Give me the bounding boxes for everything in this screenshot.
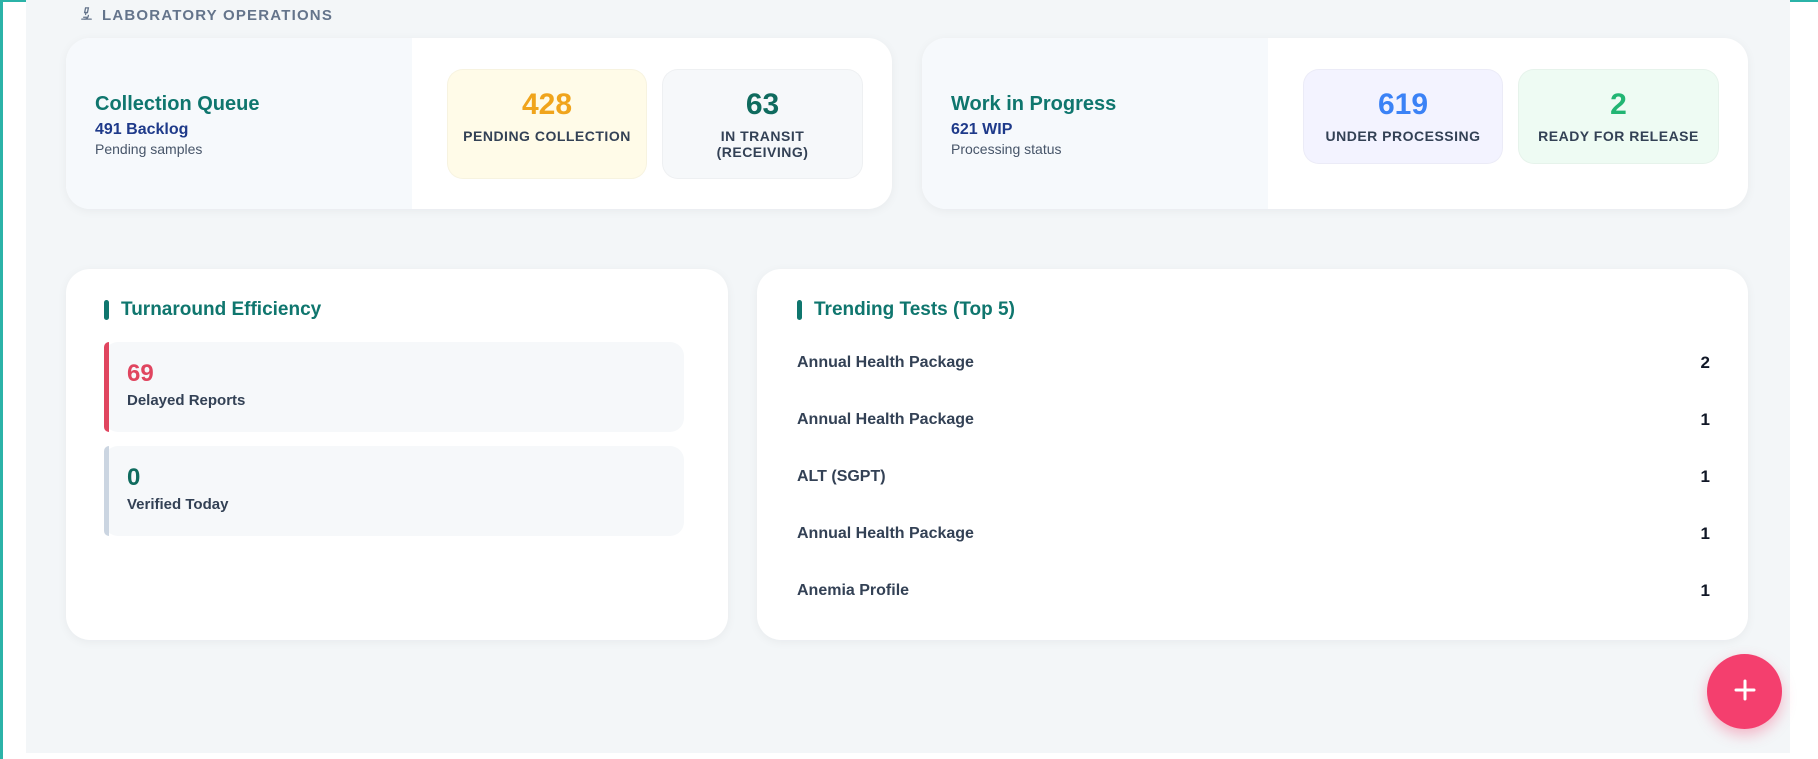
add-fab-button[interactable] (1707, 654, 1782, 729)
ready-for-release-value: 2 (1610, 88, 1627, 121)
title-accent-bar (104, 300, 109, 320)
wip-count: 621 WIP (951, 121, 1013, 138)
list-item[interactable]: ALT (SGPT) 1 (797, 462, 1710, 492)
test-name: Anemia Profile (797, 582, 910, 599)
list-item[interactable]: Annual Health Package 1 (797, 405, 1710, 435)
in-transit-value: 63 (745, 88, 780, 121)
collection-summary: Collection Queue 491 Backlog Pending sam… (66, 38, 412, 209)
pending-collection-label: Pending Collection (463, 128, 631, 144)
verified-today-metric[interactable]: 0 Verified Today (104, 446, 684, 536)
collection-backlog: 491 Backlog (95, 121, 189, 138)
collection-queue-card: Collection Queue 491 Backlog Pending sam… (66, 38, 892, 209)
in-transit-tile[interactable]: 63 In Transit (Receiving) (662, 69, 863, 179)
test-count: 1 (1700, 467, 1710, 486)
verified-today-value: 0 (127, 464, 141, 491)
list-item[interactable]: Annual Health Package 1 (797, 519, 1710, 549)
plus-icon (1731, 676, 1759, 707)
test-name: Annual Health Package (797, 354, 974, 371)
list-item[interactable]: Anemia Profile 1 (797, 576, 1710, 606)
wip-summary: Work in Progress 621 WIP Processing stat… (922, 38, 1268, 209)
list-item[interactable]: Annual Health Package 2 (797, 348, 1710, 378)
metric-accent (104, 342, 109, 432)
verified-today-label: Verified Today (127, 496, 229, 513)
wip-desc: Processing status (951, 141, 1062, 157)
ready-for-release-label: Ready for Release (1538, 128, 1699, 144)
delayed-reports-metric[interactable]: 69 Delayed Reports (104, 342, 684, 432)
turnaround-title-text: Turnaround Efficiency (121, 299, 322, 320)
ready-for-release-tile[interactable]: 2 Ready for Release (1518, 69, 1719, 164)
test-count: 1 (1700, 524, 1710, 543)
test-name: Annual Health Package (797, 411, 974, 428)
trending-title-text: Trending Tests (Top 5) (814, 299, 1015, 320)
trending-tests-panel: Trending Tests (Top 5) Annual Health Pac… (757, 269, 1748, 640)
delayed-reports-label: Delayed Reports (127, 392, 246, 409)
delayed-reports-value: 69 (127, 360, 154, 387)
test-count: 1 (1700, 410, 1710, 429)
turnaround-efficiency-panel: Turnaround Efficiency 69 Delayed Reports… (66, 269, 728, 640)
test-name: Annual Health Package (797, 525, 974, 542)
pending-collection-value: 428 (521, 88, 573, 121)
in-transit-label: In Transit (Receiving) (716, 128, 809, 160)
collection-desc: Pending samples (95, 141, 203, 157)
test-name: ALT (SGPT) (797, 468, 886, 485)
wip-title: Work in Progress (951, 93, 1117, 115)
under-processing-label: Under Processing (1325, 128, 1481, 144)
pending-collection-tile[interactable]: 428 Pending Collection (447, 69, 647, 179)
collection-title: Collection Queue (95, 93, 260, 115)
trending-title: Trending Tests (Top 5) (797, 299, 1015, 321)
metric-accent (104, 446, 109, 536)
work-in-progress-card: Work in Progress 621 WIP Processing stat… (922, 38, 1748, 209)
title-accent-bar (797, 300, 802, 320)
section-label-text: Laboratory Operations (102, 6, 334, 24)
microscope-icon (79, 6, 94, 25)
under-processing-value: 619 (1377, 88, 1429, 121)
under-processing-tile[interactable]: 619 Under Processing (1303, 69, 1503, 164)
window-left-border (0, 0, 3, 759)
test-count: 1 (1700, 581, 1710, 600)
section-label: Laboratory Operations (79, 6, 333, 24)
turnaround-title: Turnaround Efficiency (104, 299, 321, 321)
test-count: 2 (1700, 353, 1710, 372)
